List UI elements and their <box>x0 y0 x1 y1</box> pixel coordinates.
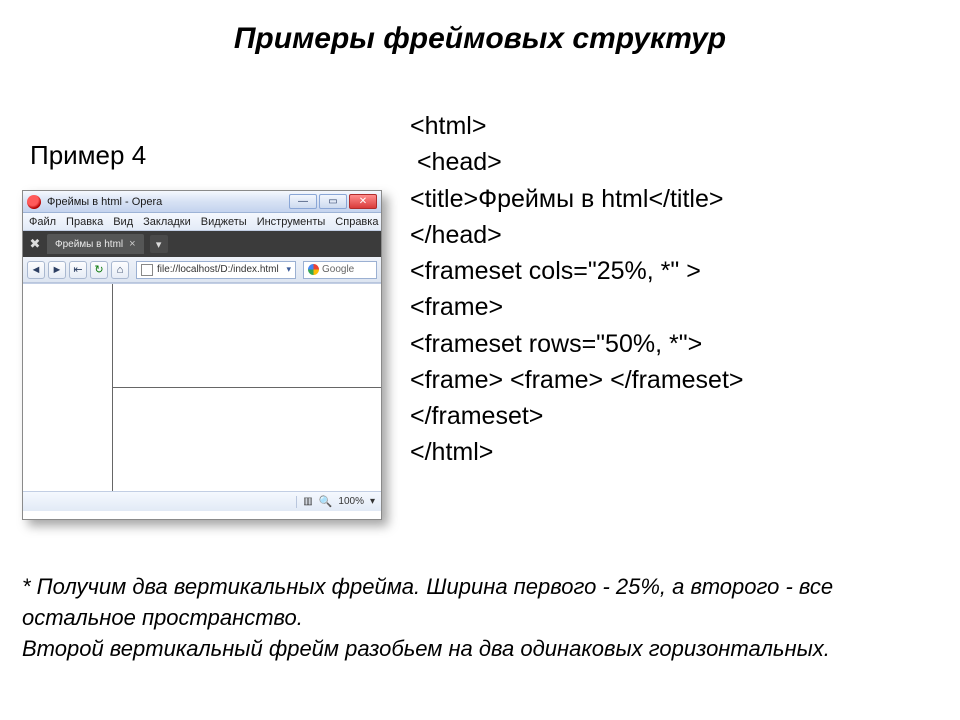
code-listing: <html> <head> <title>Фреймы в html</titl… <box>410 108 744 471</box>
code-line: <frameset rows="50%, *"> <box>410 330 702 358</box>
forward-button[interactable]: ► <box>48 261 66 279</box>
menu-item-edit[interactable]: Правка <box>66 216 103 228</box>
tab-close-icon[interactable]: × <box>129 238 135 250</box>
menu-item-view[interactable]: Вид <box>113 216 133 228</box>
menu-item-help[interactable]: Справка <box>335 216 378 228</box>
page-icon <box>141 264 153 276</box>
code-line: <frameset cols="25%, *" > <box>410 257 701 285</box>
window-title-text: Фреймы в html - Opera <box>47 196 289 208</box>
browser-window: Фреймы в html - Opera — ▭ ✕ Файл Правка … <box>22 190 382 520</box>
close-button[interactable]: ✕ <box>349 194 377 209</box>
statusbar-separator <box>296 496 297 508</box>
search-engine-label: Google <box>322 264 354 275</box>
footnote-line-2: Второй вертикальный фрейм разобьем на дв… <box>22 634 922 665</box>
home-button[interactable]: ⌂ <box>111 261 129 279</box>
code-line: <html> <box>410 112 486 140</box>
window-titlebar[interactable]: Фреймы в html - Opera — ▭ ✕ <box>23 191 381 213</box>
code-line: </head> <box>410 221 502 249</box>
zoom-dropdown-icon[interactable]: ▾ <box>370 496 375 507</box>
frame-left <box>23 284 113 491</box>
code-line: <frame> <box>410 293 503 321</box>
code-line: <head> <box>410 148 502 176</box>
maximize-button[interactable]: ▭ <box>319 194 347 209</box>
opera-icon <box>27 195 41 209</box>
menu-item-tools[interactable]: Инструменты <box>257 216 326 228</box>
code-line: <frame> <frame> </frameset> <box>410 366 744 394</box>
menu-item-bookmarks[interactable]: Закладки <box>143 216 191 228</box>
tab-bar: ✖ Фреймы в html × ▾ <box>23 231 381 257</box>
frame-right-top <box>113 284 382 388</box>
frame-right-bottom <box>113 388 382 491</box>
footnote-line-1: * Получим два вертикальных фрейма. Ширин… <box>22 572 922 634</box>
zoom-level[interactable]: 100% <box>338 496 364 507</box>
menu-item-file[interactable]: Файл <box>29 216 56 228</box>
address-dropdown-icon[interactable]: ▾ <box>286 264 291 275</box>
browser-tab[interactable]: Фреймы в html × <box>47 234 144 254</box>
new-tab-button[interactable]: ▾ <box>150 235 168 253</box>
code-line: </frameset> <box>410 402 543 430</box>
menu-bar: Файл Правка Вид Закладки Виджеты Инструм… <box>23 213 381 231</box>
rewind-button[interactable]: ⇤ <box>69 261 87 279</box>
google-icon <box>308 264 319 275</box>
wrench-icon[interactable]: ✖ <box>27 236 43 252</box>
back-button[interactable]: ◄ <box>27 261 45 279</box>
example-subtitle: Пример 4 <box>30 140 146 171</box>
address-text: file://localhost/D:/index.html <box>157 264 279 275</box>
code-line: </html> <box>410 438 493 466</box>
toolbar: ◄ ► ⇤ ↻ ⌂ file://localhost/D:/index.html… <box>23 257 381 283</box>
page-title: Примеры фреймовых структур <box>0 0 960 66</box>
menu-item-widgets[interactable]: Виджеты <box>201 216 247 228</box>
reload-button[interactable]: ↻ <box>90 261 108 279</box>
view-mode-icon[interactable]: ▥ <box>303 496 312 507</box>
search-box[interactable]: Google <box>303 261 377 279</box>
status-bar: ▥ 🔍 100% ▾ <box>23 491 381 511</box>
frame-right-container <box>113 284 382 491</box>
address-bar[interactable]: file://localhost/D:/index.html ▾ <box>136 261 296 279</box>
tab-label: Фреймы в html <box>55 239 123 250</box>
minimize-button[interactable]: — <box>289 194 317 209</box>
code-line: <title>Фреймы в html</title> <box>410 185 724 213</box>
zoom-icon[interactable]: 🔍 <box>319 495 333 508</box>
page-viewport <box>23 283 381 491</box>
footnote: * Получим два вертикальных фрейма. Ширин… <box>22 572 922 664</box>
